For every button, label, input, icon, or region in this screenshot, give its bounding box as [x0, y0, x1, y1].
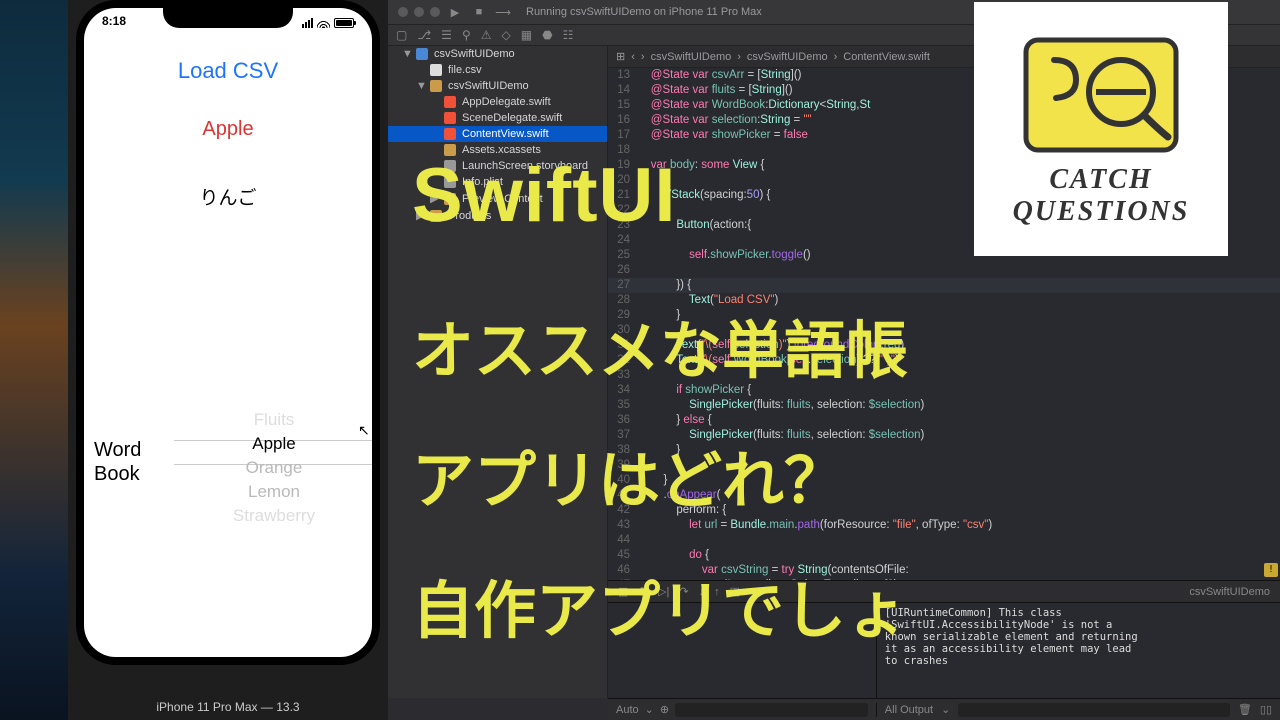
line-number: 14 [608, 83, 638, 98]
line-number: 27 [608, 278, 638, 293]
overlay-line: 自作アプリでしょ [412, 560, 908, 650]
nav-root[interactable]: ▼ csvSwiftUIDemo [388, 46, 607, 62]
nav-item-label: ContentView.swift [462, 128, 549, 140]
line-number: 13 [608, 68, 638, 83]
file-icon [430, 80, 442, 92]
run-button[interactable]: ▶ [446, 5, 464, 19]
project-navigator-icon[interactable]: ▢ [396, 28, 407, 42]
overlay-line: アプリはどれ？ [412, 430, 846, 520]
breadcrumb-item[interactable]: csvSwiftUIDemo [651, 51, 732, 63]
variables-filter-input[interactable] [675, 703, 868, 717]
desktop-background-strip [0, 0, 68, 720]
simulator-device-label: iPhone 11 Pro Max — 13.3 [68, 692, 388, 720]
brand-text: CATCH [1049, 164, 1152, 196]
phone-screen[interactable]: 8:18 Load CSV Apple りんご WordBook Fluits … [84, 8, 372, 657]
code-line[interactable]: 35 SinglePicker(fluits: fluits, selectio… [608, 398, 1280, 413]
back-icon[interactable]: ‹ [631, 51, 635, 63]
scheme-selector[interactable]: ⟶ [494, 5, 512, 19]
picker-option[interactable]: Strawberry [174, 504, 372, 528]
brand-logo-icon [1016, 30, 1186, 160]
ios-simulator: 8:18 Load CSV Apple りんご WordBook Fluits … [68, 0, 388, 720]
debug-navigator-icon[interactable]: ▦ [521, 28, 532, 42]
process-label: csvSwiftUIDemo [1189, 586, 1270, 598]
line-number: 16 [608, 113, 638, 128]
output-scope-selector[interactable]: All Output [885, 704, 933, 716]
nav-item-label: AppDelegate.swift [462, 96, 551, 108]
nav-item[interactable]: AppDelegate.swift [388, 94, 607, 110]
add-icon[interactable]: ⊕ [660, 703, 669, 716]
picker-label: WordBook [94, 438, 141, 486]
line-number: 44 [608, 533, 638, 548]
status-time: 8:18 [102, 14, 126, 32]
line-number: 43 [608, 518, 638, 533]
picker-option[interactable]: Apple [174, 432, 372, 456]
symbol-navigator-icon[interactable]: ☰ [441, 28, 452, 42]
nav-item-label: file.csv [448, 64, 482, 76]
line-number: 26 [608, 263, 638, 278]
warning-icon[interactable]: ! [1264, 563, 1278, 577]
line-number: 25 [608, 248, 638, 263]
code-line[interactable]: 36 } else { [608, 413, 1280, 428]
nav-item[interactable]: SceneDelegate.swift [388, 110, 607, 126]
back-icon[interactable]: ⊞ [616, 50, 625, 63]
phone-frame: 8:18 Load CSV Apple りんご WordBook Fluits … [76, 0, 380, 665]
load-csv-button[interactable]: Load CSV [84, 58, 372, 84]
line-number: 15 [608, 98, 638, 113]
translation-word: りんご [84, 183, 372, 210]
selected-word: Apple [84, 118, 372, 141]
picker-option[interactable]: Fluits [174, 408, 372, 432]
file-icon [430, 64, 442, 76]
file-icon [444, 96, 456, 108]
nav-item[interactable]: file.csv [388, 62, 607, 78]
minimize-icon[interactable] [414, 7, 424, 17]
code-line[interactable]: 44 [608, 533, 1280, 548]
nav-item[interactable]: ContentView.swift [388, 126, 607, 142]
line-number: 17 [608, 128, 638, 143]
zoom-icon[interactable] [430, 7, 440, 17]
forward-icon[interactable]: › [641, 51, 645, 63]
fruit-picker[interactable]: Fluits Apple Orange Lemon Strawberry [174, 408, 372, 538]
breadcrumb-item[interactable]: ContentView.swift [843, 51, 930, 63]
trash-icon[interactable]: 🗑 [1238, 703, 1252, 716]
code-line[interactable]: 43 let url = Bundle.main.path(forResourc… [608, 518, 1280, 533]
line-number: 35 [608, 398, 638, 413]
source-control-icon[interactable]: ⎇ [417, 28, 431, 42]
issue-navigator-icon[interactable]: ⚠ [481, 28, 492, 42]
overlay-line: オススメな単語帳 [412, 300, 908, 390]
battery-icon [334, 18, 354, 28]
test-navigator-icon[interactable]: ◇ [502, 28, 511, 42]
find-navigator-icon[interactable]: ⚲ [462, 28, 471, 42]
nav-item[interactable]: ▼csvSwiftUIDemo [388, 78, 607, 94]
wifi-icon [317, 19, 330, 28]
project-icon [416, 48, 428, 60]
brand-text: QUESTIONS [1013, 196, 1190, 228]
breakpoint-navigator-icon[interactable]: ⬣ [542, 28, 552, 42]
mouse-cursor-icon: ↖ [358, 422, 370, 439]
code-line[interactable]: 27 }) { [608, 278, 1280, 293]
picker-option[interactable]: Orange [174, 456, 372, 480]
close-icon[interactable] [398, 7, 408, 17]
picker-option[interactable]: Lemon [174, 480, 372, 504]
report-navigator-icon[interactable]: ☷ [563, 28, 574, 42]
overlay-title: SwiftUI [412, 152, 677, 239]
console-output[interactable]: [UIRuntimeCommon] This class 'SwiftUI.Ac… [877, 603, 1280, 698]
auto-scope-selector[interactable]: Auto [616, 704, 639, 716]
line-number: 36 [608, 413, 638, 428]
file-icon [444, 128, 456, 140]
console-filter-input[interactable] [958, 703, 1230, 717]
pane-toggle-icon[interactable]: ▯▯ [1260, 703, 1272, 716]
nav-item-label: SceneDelegate.swift [462, 112, 562, 124]
cellular-icon [302, 18, 313, 28]
file-icon [444, 112, 456, 124]
window-controls[interactable] [398, 7, 440, 17]
code-line[interactable]: 26 [608, 263, 1280, 278]
activity-status: Running csvSwiftUIDemo on iPhone 11 Pro … [526, 6, 762, 18]
brand-badge: CATCH QUESTIONS [974, 2, 1228, 256]
stop-button[interactable]: ■ [470, 5, 488, 19]
nav-item-label: csvSwiftUIDemo [434, 48, 515, 60]
nav-item-label: csvSwiftUIDemo [448, 80, 529, 92]
notch [163, 8, 293, 28]
breadcrumb-item[interactable]: csvSwiftUIDemo [747, 51, 828, 63]
